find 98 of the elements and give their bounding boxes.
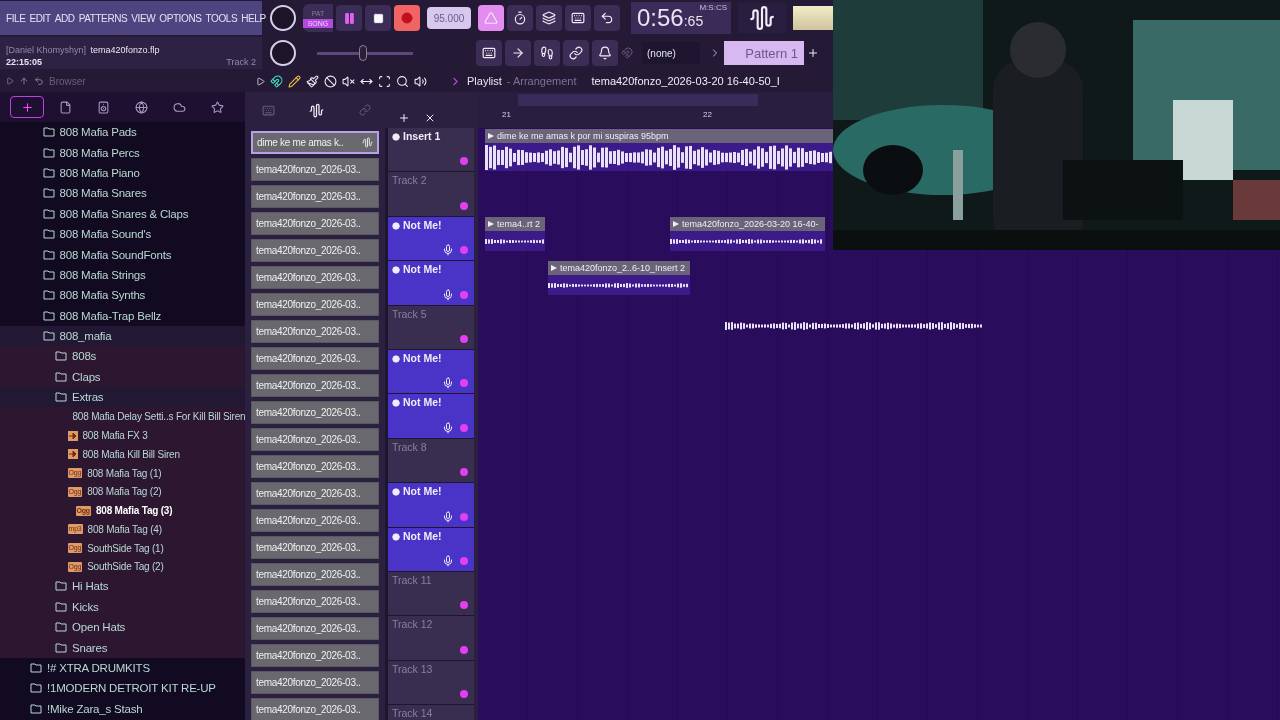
folder-item[interactable]: 808 Mafia Snares & Claps xyxy=(0,203,245,224)
time-format: M:S:CS xyxy=(699,3,727,12)
menu-item[interactable]: PATTERNS xyxy=(78,12,128,24)
track-header[interactable]: Not Me! xyxy=(388,216,474,262)
folder-item[interactable]: 808 Mafia Piano xyxy=(0,162,245,184)
folder-item[interactable]: 808 Mafia Synths xyxy=(0,285,245,306)
track-name: Not Me! xyxy=(403,529,442,542)
bar-number: 21 xyxy=(502,110,511,119)
playlist-title: Playlist xyxy=(467,75,502,87)
folder-item[interactable]: !# XTRA DRUMKITS xyxy=(0,657,245,679)
folder-item[interactable]: 808 Mafia Sound's xyxy=(0,223,245,245)
track-name: Track 13 xyxy=(392,662,433,675)
track-name: Track 12 xyxy=(392,618,433,631)
clip-title: dime ke me amas k por mi suspiras 95bpm xyxy=(485,129,833,143)
menu-item[interactable]: VIEW xyxy=(131,12,156,24)
track-header[interactable]: Insert 1 xyxy=(388,128,474,173)
folder-item[interactable]: Hi Hats xyxy=(0,576,245,597)
folder-item[interactable]: 808 Mafia Snares xyxy=(0,183,245,204)
folder-item[interactable]: Snares xyxy=(0,637,245,658)
track-header[interactable]: Not Me! xyxy=(388,483,474,528)
folder-item[interactable]: 808_mafia xyxy=(0,325,245,347)
audio-clip[interactable]: tema4..rt 2 xyxy=(485,217,545,251)
audio-clip[interactable]: tema420fonzo_2026-03-20 16-40- xyxy=(670,217,825,251)
pattern-item[interactable]: tema420fonzo_2026-03.. xyxy=(251,158,379,181)
sample-item[interactable]: 808 Mafia Delay Setti..s For Kill Bill Siren xyxy=(0,407,245,427)
track-name: Insert 1 xyxy=(403,130,441,142)
folder-item[interactable]: Kicks xyxy=(0,596,245,617)
track-name: Track 8 xyxy=(392,440,427,453)
folder-item[interactable]: 808 Mafia Strings xyxy=(0,264,245,286)
playlist-view: - Arrangement xyxy=(506,75,577,87)
track-name: Track 14 xyxy=(392,707,433,720)
pattern-item[interactable]: tema420fonzo_2026-03.. xyxy=(251,374,379,397)
pattern-item[interactable]: tema420fonzo_2026-03.. xyxy=(251,698,379,720)
pattern-item[interactable]: tema420fonzo_2026-03.. xyxy=(251,563,379,586)
clip-title: tema420fonzo_2..6-10_Insert 2 xyxy=(548,261,690,275)
track-name: Not Me! xyxy=(403,351,442,364)
track-name: Not Me! xyxy=(403,485,442,498)
sample-item[interactable]: 808 Mafia FX 3 xyxy=(0,426,245,445)
folder-item[interactable]: 808 Mafia-Trap Bellz xyxy=(0,305,245,326)
track-header[interactable]: Not Me! xyxy=(388,261,474,306)
time-value: 0:56 xyxy=(637,4,684,32)
clock-text: 22:15:05 xyxy=(6,57,44,67)
track-name: Not Me! xyxy=(403,396,442,409)
track-name: Not Me! xyxy=(403,218,442,231)
clip-title: tema4..rt 2 xyxy=(485,217,545,231)
folder-item[interactable]: 808 Mafia Percs xyxy=(0,142,245,163)
track-name: Track 11 xyxy=(392,573,432,586)
folder-item[interactable]: Extras xyxy=(0,387,245,408)
folder-item[interactable]: Open Hats xyxy=(0,617,245,638)
pattern-item[interactable]: tema420fonzo_2026-03.. xyxy=(251,401,379,424)
track-name: Track 5 xyxy=(392,307,427,320)
menu-item[interactable]: FILE xyxy=(6,12,26,24)
menu-item[interactable]: ADD xyxy=(54,12,75,24)
menu-item[interactable]: OPTIONS xyxy=(159,12,202,24)
pattern-item[interactable]: tema420fonzo_2026-03.. xyxy=(251,428,379,451)
time-fraction: :65 xyxy=(683,12,704,31)
browser-title: Browser xyxy=(49,75,86,87)
pattern-selector[interactable]: Pattern 1 xyxy=(724,41,804,65)
track-header[interactable]: Not Me! xyxy=(388,394,474,439)
menu-item[interactable]: HELP xyxy=(241,12,266,24)
pattern-item[interactable]: tema420fonzo_2026-03.. xyxy=(251,644,379,667)
audio-clip[interactable]: tema420fonzo_2..6-10_Insert 2 xyxy=(548,261,690,295)
tempo-field[interactable]: 95.000 xyxy=(427,7,471,29)
arrangement-name[interactable]: tema420fonzo_2026-03-20 16-40-50_I xyxy=(591,75,780,87)
pattern-item[interactable]: tema420fonzo_2026-03.. xyxy=(251,212,379,235)
pattern-item[interactable]: tema420fonzo_2026-03.. xyxy=(251,347,379,370)
pattern-item[interactable]: tema420fonzo_2026-03.. xyxy=(251,509,379,532)
folder-item[interactable]: !1MODERN DETROIT KIT RE-UP xyxy=(0,678,245,699)
pattern-item[interactable]: tema420fonzo_2026-03.. xyxy=(251,482,379,505)
pattern-item[interactable]: tema420fonzo_2026-03.. xyxy=(251,239,379,262)
pattern-item[interactable]: tema420fonzo_2026-03.. xyxy=(251,185,379,208)
pattern-item[interactable]: tema420fonzo_2026-03.. xyxy=(251,455,379,478)
sample-item[interactable]: 808 Mafia Kill Bill Siren xyxy=(0,444,245,464)
folder-item[interactable]: 808 Mafia Pads xyxy=(0,122,245,143)
clip-title: tema420fonzo_2026-03-20 16-40- xyxy=(670,217,825,231)
track-header[interactable]: Not Me! xyxy=(388,527,474,572)
folder-item[interactable]: Claps xyxy=(0,366,245,388)
folder-item[interactable]: 808 Mafia SoundFonts xyxy=(0,244,245,265)
pattern-item[interactable]: tema420fonzo_2026-03.. xyxy=(251,536,379,559)
track-name: Not Me! xyxy=(403,263,442,276)
folder-item[interactable]: !Mike Zara_s Stash xyxy=(0,698,245,719)
bar-number: 22 xyxy=(703,110,712,119)
pattern-item[interactable]: dime ke me amas k.. xyxy=(251,131,379,154)
menu-item[interactable]: TOOLS xyxy=(205,12,238,24)
pattern-item[interactable]: tema420fonzo_2026-03.. xyxy=(251,590,379,613)
audio-clip[interactable]: dime ke me amas k por mi suspiras 95bpm xyxy=(485,129,833,171)
snap-dropdown[interactable]: (none) xyxy=(642,42,700,64)
pattern-item[interactable]: tema420fonzo_2026-03.. xyxy=(251,266,379,289)
pattern-item[interactable]: tema420fonzo_2026-03.. xyxy=(251,617,379,640)
track-header[interactable]: Not Me! xyxy=(388,349,474,395)
project-name: [Daniel Khomyshyn] tema420fonzo.flp xyxy=(6,44,161,57)
track-name: Track 2 xyxy=(392,174,427,187)
folder-item[interactable]: 808s xyxy=(0,346,245,367)
menu-item[interactable]: EDIT xyxy=(29,12,51,24)
pattern-item[interactable]: tema420fonzo_2026-03.. xyxy=(251,320,379,343)
hint-text: Track 2 xyxy=(226,57,256,67)
pattern-item[interactable]: tema420fonzo_2026-03.. xyxy=(251,293,379,316)
pattern-item[interactable]: tema420fonzo_2026-03.. xyxy=(251,671,379,694)
